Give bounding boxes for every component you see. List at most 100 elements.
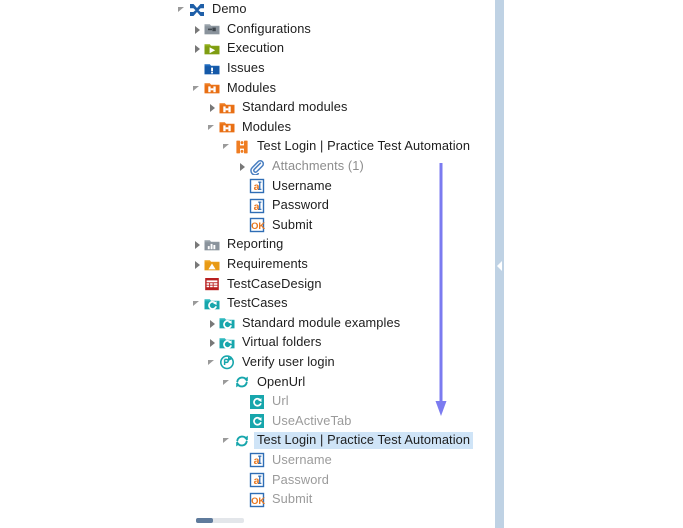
tree-row[interactable]: Url: [0, 392, 495, 412]
svg-text:a: a: [254, 181, 260, 193]
ok-button-icon: OK: [249, 492, 265, 508]
modules-folder-icon: [204, 80, 220, 96]
scrollbar-thumb[interactable]: [196, 518, 213, 523]
tree-row[interactable]: OK Submit: [0, 490, 495, 510]
text-attribute-icon: a: [249, 452, 265, 468]
chevron-down-icon[interactable]: [221, 140, 234, 153]
tree-row[interactable]: Execution: [0, 39, 495, 59]
chevron-down-icon[interactable]: [206, 121, 219, 134]
chevron-right-icon[interactable]: [236, 160, 249, 173]
tree-row-label: Password: [272, 197, 329, 213]
tree-row-label: Attachments (1): [272, 158, 364, 174]
tree-row[interactable]: a Username: [0, 451, 495, 471]
modules-folder-icon: [219, 100, 235, 116]
pane-splitter[interactable]: [495, 0, 504, 528]
tree-row[interactable]: UseActiveTab: [0, 411, 495, 431]
teststep-icon: [234, 433, 250, 449]
tree-row[interactable]: Modules: [0, 118, 495, 138]
chevron-right-icon[interactable]: [206, 101, 219, 114]
chevron-down-icon[interactable]: [191, 82, 204, 95]
tree-row[interactable]: Issues: [0, 59, 495, 79]
tree-row[interactable]: Standard module examples: [0, 314, 495, 334]
ok-button-icon: OK: [249, 217, 265, 233]
tree-row-label: Standard modules: [242, 99, 348, 115]
text-attribute-icon: a: [249, 198, 265, 214]
teststep-value-icon: [249, 413, 265, 429]
tosca-tree-screenshot: Demo Configurations Execution Issues Mod…: [0, 0, 683, 528]
tree-row[interactable]: a Username: [0, 176, 495, 196]
testcases-folder-icon: [219, 315, 235, 331]
tree-row-label: Issues: [227, 60, 265, 76]
tree-row-label: Url: [272, 393, 289, 409]
tree-row-label: Virtual folders: [242, 334, 322, 350]
tree-row-label: Execution: [227, 40, 285, 56]
tree-row[interactable]: a Password: [0, 196, 495, 216]
tree-row-label: Standard module examples: [242, 314, 401, 330]
tree-row[interactable]: Virtual folders: [0, 333, 495, 353]
tree-row-label: Test Login | Practice Test Automation: [254, 432, 474, 450]
tree-row[interactable]: Test Login | Practice Test Automation: [0, 137, 495, 157]
tree-expander-placeholder: [236, 474, 249, 487]
tree-row[interactable]: TestCases: [0, 294, 495, 314]
tree-row[interactable]: Test Login | Practice Test Automation: [0, 431, 495, 451]
tree-row-label: TestCaseDesign: [227, 275, 322, 291]
tree-row-label: Submit: [272, 491, 313, 507]
svg-text:OK: OK: [251, 220, 265, 231]
teststep-value-icon: [249, 394, 265, 410]
chevron-down-icon[interactable]: [191, 297, 204, 310]
chevron-down-icon[interactable]: [221, 434, 234, 447]
teststep-icon: [234, 374, 250, 390]
tree-row[interactable]: a Password: [0, 470, 495, 490]
svg-text:OK: OK: [251, 494, 265, 505]
chevron-right-icon[interactable]: [191, 23, 204, 36]
tree-row-label: Modules: [227, 79, 277, 95]
tree-row[interactable]: Demo: [0, 0, 495, 20]
tree-row-label: Modules: [242, 118, 292, 134]
modules-folder-icon: [219, 119, 235, 135]
chevron-down-icon[interactable]: [206, 356, 219, 369]
tree-row-label: Verify user login: [242, 353, 335, 369]
tree-expander-placeholder: [236, 199, 249, 212]
tree-row-label: Demo: [212, 1, 247, 17]
chevron-right-icon[interactable]: [206, 317, 219, 330]
chevron-down-icon[interactable]: [221, 376, 234, 389]
right-pane: [504, 0, 683, 528]
tree-row[interactable]: Requirements: [0, 255, 495, 275]
tree-row-label: Reporting: [227, 236, 284, 252]
chevron-right-icon[interactable]: [206, 336, 219, 349]
tree-row[interactable]: Configurations: [0, 20, 495, 40]
tree-expander-placeholder: [236, 219, 249, 232]
tree-expander-placeholder: [236, 180, 249, 193]
chevron-right-icon[interactable]: [191, 42, 204, 55]
horizontal-scrollbar[interactable]: [0, 514, 495, 528]
chevron-left-icon[interactable]: [497, 261, 502, 271]
tree-row-label: Username: [272, 177, 332, 193]
tree-row[interactable]: Attachments (1): [0, 157, 495, 177]
tree-row-label: Password: [272, 471, 329, 487]
tree-row[interactable]: TestCaseDesign: [0, 274, 495, 294]
tree-row[interactable]: OK Submit: [0, 216, 495, 236]
chevron-down-icon[interactable]: [176, 3, 189, 16]
tree-row-label: Requirements: [227, 256, 308, 272]
tree-row[interactable]: OpenUrl: [0, 372, 495, 392]
tree-row[interactable]: Verify user login: [0, 353, 495, 373]
tree-expander-placeholder: [236, 415, 249, 428]
tree-row[interactable]: Modules: [0, 78, 495, 98]
tree-row-label: OpenUrl: [257, 373, 306, 389]
tree-row-label: Submit: [272, 216, 313, 232]
testcasedesign-icon: [204, 276, 220, 292]
chevron-right-icon[interactable]: [191, 238, 204, 251]
module-puzzle-icon: [234, 139, 250, 155]
tree-row[interactable]: Standard modules: [0, 98, 495, 118]
tree-row[interactable]: Reporting: [0, 235, 495, 255]
text-attribute-icon: a: [249, 472, 265, 488]
tree-expander-placeholder: [236, 395, 249, 408]
project-tree[interactable]: Demo Configurations Execution Issues Mod…: [0, 0, 495, 512]
issues-folder-icon: [204, 61, 220, 77]
testcase-icon: [219, 354, 235, 370]
chevron-right-icon[interactable]: [191, 258, 204, 271]
tree-row-label: Configurations: [227, 20, 311, 36]
svg-text:a: a: [254, 455, 260, 467]
tree-expander-placeholder: [236, 454, 249, 467]
execution-folder-icon: [204, 41, 220, 57]
